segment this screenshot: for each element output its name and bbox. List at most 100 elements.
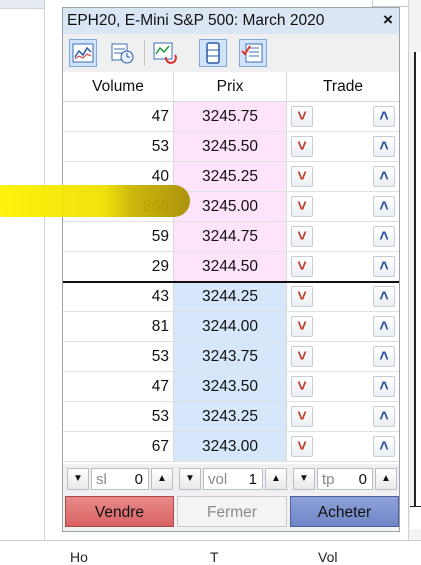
- chevron-up-icon: ˄: [379, 227, 389, 245]
- buy-button[interactable]: Acheter: [290, 496, 399, 527]
- chevron-down-icon: ˅: [297, 167, 307, 185]
- vol-input[interactable]: vol 1: [203, 468, 263, 490]
- chevron-up-icon: ˄: [379, 107, 389, 125]
- sell-button[interactable]: Vendre: [65, 496, 174, 527]
- background-column-label: Vol: [318, 549, 338, 565]
- chart-button[interactable]: [69, 39, 97, 67]
- chart-refresh-button[interactable]: [151, 39, 179, 67]
- buy-at-price-button[interactable]: ˄: [373, 136, 395, 157]
- sell-at-price-button[interactable]: ˅: [291, 286, 313, 307]
- tp-input[interactable]: tp 0: [317, 468, 373, 490]
- vol-increment-button[interactable]: ▲: [265, 468, 287, 490]
- sell-cell: ˅: [287, 342, 343, 372]
- buy-at-price-button[interactable]: ˄: [373, 286, 395, 307]
- buy-at-price-button[interactable]: ˄: [373, 316, 395, 337]
- sell-at-price-button[interactable]: ˅: [291, 316, 313, 337]
- background-column-label: Ho: [70, 549, 88, 565]
- buy-cell: ˄: [343, 402, 399, 432]
- ladder-view-button[interactable]: [199, 39, 227, 67]
- sell-at-price-button[interactable]: ˅: [291, 136, 313, 157]
- buy-at-price-button[interactable]: ˄: [373, 196, 395, 217]
- price-ladder-window: EPH20, E-Mini S&P 500: March 2020 × Volu…: [62, 7, 400, 532]
- toolbar: [63, 34, 399, 73]
- sell-at-price-button[interactable]: ˅: [291, 376, 313, 397]
- price-cell[interactable]: 3244.00: [173, 312, 287, 342]
- sell-at-price-button[interactable]: ˅: [291, 256, 313, 277]
- background-bottom-header: Ho T Vol: [0, 540, 421, 565]
- time-sales-button[interactable]: [109, 39, 137, 67]
- buy-at-price-button[interactable]: ˄: [373, 376, 395, 397]
- sell-at-price-button[interactable]: ˅: [291, 226, 313, 247]
- price-cell[interactable]: 3243.00: [173, 432, 287, 462]
- price-cell[interactable]: 3245.75: [173, 102, 287, 132]
- sell-at-price-button[interactable]: ˅: [291, 106, 313, 127]
- price-cell[interactable]: 3243.50: [173, 372, 287, 402]
- sl-increment-button[interactable]: ▲: [151, 468, 173, 490]
- buy-at-price-button[interactable]: ˄: [373, 106, 395, 127]
- action-buttons-row: Vendre Fermer Acheter: [63, 496, 399, 529]
- chevron-up-icon: ˄: [379, 137, 389, 155]
- tp-increment-button[interactable]: ▲: [375, 468, 397, 490]
- price-cell[interactable]: 3245.00: [173, 192, 287, 222]
- ladder-view-icon: [206, 42, 220, 64]
- buy-at-price-button[interactable]: ˄: [373, 406, 395, 427]
- chevron-up-icon: ˄: [379, 257, 389, 275]
- price-cell[interactable]: 3244.50: [173, 252, 287, 282]
- ladder-row: 53 3243.25 ˅ ˄: [63, 402, 399, 432]
- ladder-row: 81 3244.00 ˅ ˄: [63, 312, 399, 342]
- background-right-footer: [410, 506, 421, 529]
- tp-decrement-button[interactable]: ▼: [293, 468, 315, 490]
- background-column-label: T: [210, 549, 219, 565]
- sell-at-price-button[interactable]: ˅: [291, 346, 313, 367]
- chevron-down-icon: ˅: [297, 347, 307, 365]
- chevron-up-icon: ˄: [379, 167, 389, 185]
- ladder-row: 29 3244.50 ˅ ˄: [63, 252, 399, 282]
- background-left-header: [0, 0, 44, 9]
- buy-cell: ˄: [343, 312, 399, 342]
- sl-decrement-button[interactable]: ▼: [67, 468, 89, 490]
- trade-column-header: Trade: [287, 72, 399, 102]
- buy-at-price-button[interactable]: ˄: [373, 436, 395, 457]
- sell-at-price-button[interactable]: ˅: [291, 196, 313, 217]
- chart-icon: [72, 43, 94, 63]
- chevron-down-icon: ˅: [297, 137, 307, 155]
- buy-at-price-button[interactable]: ˄: [373, 166, 395, 187]
- chevron-up-icon: ˄: [379, 197, 389, 215]
- sell-cell: ˅: [287, 252, 343, 282]
- close-icon[interactable]: ×: [379, 11, 397, 29]
- chevron-down-icon: ˅: [297, 407, 307, 425]
- volume-cell: 53: [63, 132, 173, 162]
- vol-value: 1: [248, 471, 257, 488]
- sell-at-price-button[interactable]: ˅: [291, 406, 313, 427]
- price-cell[interactable]: 3243.75: [173, 342, 287, 372]
- chevron-down-icon: ˅: [297, 377, 307, 395]
- ladder-row: 47 3245.75 ˅ ˄: [63, 102, 399, 132]
- price-cell[interactable]: 3245.50: [173, 132, 287, 162]
- price-cell[interactable]: 3244.25: [173, 282, 287, 312]
- close-position-button[interactable]: Fermer: [177, 496, 287, 527]
- sl-input[interactable]: sl 0: [91, 468, 149, 490]
- volume-column-header: Volume: [63, 72, 173, 102]
- ladder-row: 53 3245.50 ˅ ˄: [63, 132, 399, 162]
- volume-cell: 67: [63, 432, 173, 462]
- price-cell[interactable]: 3245.25: [173, 162, 287, 192]
- chevron-down-icon: ˅: [297, 107, 307, 125]
- chevron-up-icon: ˄: [379, 317, 389, 335]
- order-list-button[interactable]: [239, 39, 267, 67]
- sell-at-price-button[interactable]: ˅: [291, 436, 313, 457]
- price-cell[interactable]: 3244.75: [173, 222, 287, 252]
- sell-at-price-button[interactable]: ˅: [291, 166, 313, 187]
- time-sales-icon: [111, 43, 134, 64]
- volume-cell: 29: [63, 252, 173, 282]
- buy-at-price-button[interactable]: ˄: [373, 346, 395, 367]
- buy-at-price-button[interactable]: ˄: [373, 256, 395, 277]
- price-column-header: Prix: [173, 72, 287, 102]
- buy-at-price-button[interactable]: ˄: [373, 226, 395, 247]
- chevron-down-icon: ˅: [297, 437, 307, 455]
- chevron-down-icon: ˅: [297, 227, 307, 245]
- title-bar: EPH20, E-Mini S&P 500: March 2020 ×: [63, 8, 399, 35]
- sell-cell: ˅: [287, 132, 343, 162]
- vol-decrement-button[interactable]: ▼: [179, 468, 201, 490]
- price-cell[interactable]: 3243.25: [173, 402, 287, 432]
- chevron-up-icon: ˄: [379, 437, 389, 455]
